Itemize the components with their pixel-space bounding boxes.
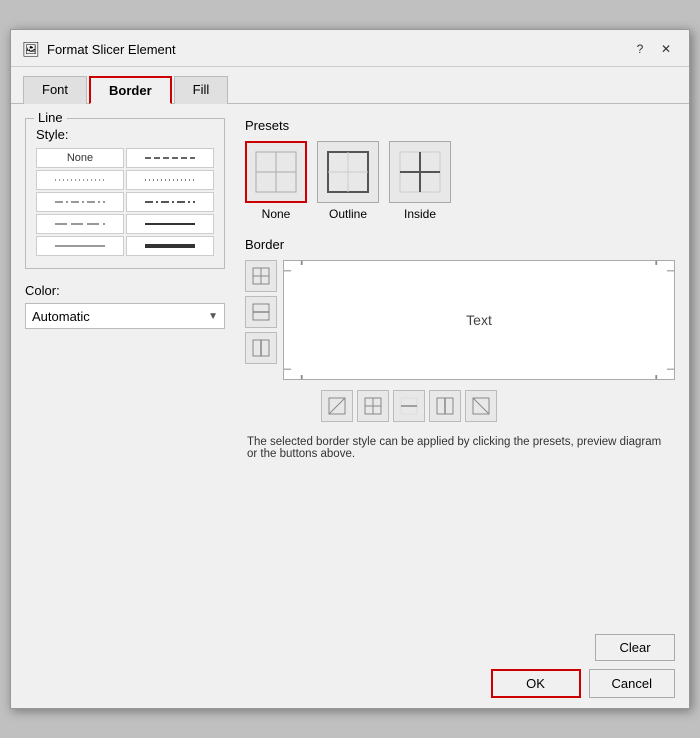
preset-inside[interactable]: Inside: [389, 141, 451, 221]
title-bar-left: 🖼 Format Slicer Element: [23, 41, 176, 57]
border-btn-middle[interactable]: [245, 296, 277, 328]
style-row-2: [36, 170, 214, 190]
preset-outline[interactable]: Outline: [317, 141, 379, 221]
right-panel: Presets None: [245, 118, 675, 610]
border-preview[interactable]: Text: [283, 260, 675, 380]
tab-border[interactable]: Border: [89, 76, 172, 104]
preset-inside-label: Inside: [404, 207, 436, 221]
border-btn-top-left[interactable]: [245, 260, 277, 292]
preset-none[interactable]: None: [245, 141, 307, 221]
hint-text: The selected border style can be applied…: [245, 436, 675, 460]
tab-bar: Font Border Fill: [11, 67, 689, 103]
dialog-icon: 🖼: [23, 41, 39, 57]
title-bar-controls: ? ✕: [629, 38, 677, 60]
preset-outline-box: [317, 141, 379, 203]
color-group: Color: Automatic ▼: [25, 283, 225, 329]
color-value: Automatic: [32, 309, 90, 324]
style-row-3: [36, 192, 214, 212]
style-none[interactable]: None: [36, 148, 124, 168]
style-dashdot2[interactable]: [126, 192, 214, 212]
style-solid-thick[interactable]: [126, 236, 214, 256]
footer-top: Clear: [25, 634, 675, 661]
presets-row: None Outline: [245, 141, 675, 221]
help-button[interactable]: ?: [629, 38, 651, 60]
style-dot2[interactable]: [126, 170, 214, 190]
style-longdash1[interactable]: [36, 214, 124, 234]
clear-button[interactable]: Clear: [595, 634, 675, 661]
line-group-label: Line: [34, 110, 67, 125]
border-left-buttons: [245, 260, 277, 422]
border-section-label: Border: [245, 237, 675, 252]
footer-bottom: OK Cancel: [25, 669, 675, 698]
left-panel: Line Style: None: [25, 118, 225, 610]
border-btn-diag-left[interactable]: [321, 390, 353, 422]
border-btn-all[interactable]: [357, 390, 389, 422]
dialog-title: Format Slicer Element: [47, 42, 176, 57]
style-dash1[interactable]: [126, 148, 214, 168]
close-button[interactable]: ✕: [655, 38, 677, 60]
content-row: Line Style: None: [25, 118, 675, 610]
dropdown-arrow-icon: ▼: [208, 311, 218, 322]
border-area: Text: [245, 260, 675, 422]
color-label: Color:: [25, 283, 225, 298]
border-preview-text: Text: [466, 312, 492, 328]
style-row-5: [36, 236, 214, 256]
ok-button[interactable]: OK: [491, 669, 581, 698]
line-group: Line Style: None: [25, 118, 225, 269]
style-row-1: None: [36, 148, 214, 168]
border-btn-diag-right[interactable]: [465, 390, 497, 422]
style-solid-medium[interactable]: [126, 214, 214, 234]
color-dropdown[interactable]: Automatic ▼: [25, 303, 225, 329]
cancel-button[interactable]: Cancel: [589, 669, 675, 698]
tab-font[interactable]: Font: [23, 76, 87, 104]
dialog-footer: Clear OK Cancel: [11, 624, 689, 708]
border-bottom-row: [321, 390, 675, 422]
border-btn-bottom-left[interactable]: [245, 332, 277, 364]
tab-fill[interactable]: Fill: [174, 76, 229, 104]
style-dashdot1[interactable]: [36, 192, 124, 212]
preset-inside-box: [389, 141, 451, 203]
style-label: Style:: [36, 127, 214, 142]
presets-label: Presets: [245, 118, 675, 133]
preset-none-label: None: [262, 207, 291, 221]
border-btn-horizontal[interactable]: [393, 390, 425, 422]
preset-outline-label: Outline: [329, 207, 367, 221]
title-bar: 🖼 Format Slicer Element ? ✕: [11, 30, 689, 67]
style-solid-thin[interactable]: [36, 236, 124, 256]
tab-content-border: Line Style: None: [11, 103, 689, 624]
preset-none-box: [245, 141, 307, 203]
style-dot1[interactable]: [36, 170, 124, 190]
dialog: 🖼 Format Slicer Element ? ✕ Font Border …: [10, 29, 690, 709]
border-btn-vertical[interactable]: [429, 390, 461, 422]
style-row-4: [36, 214, 214, 234]
